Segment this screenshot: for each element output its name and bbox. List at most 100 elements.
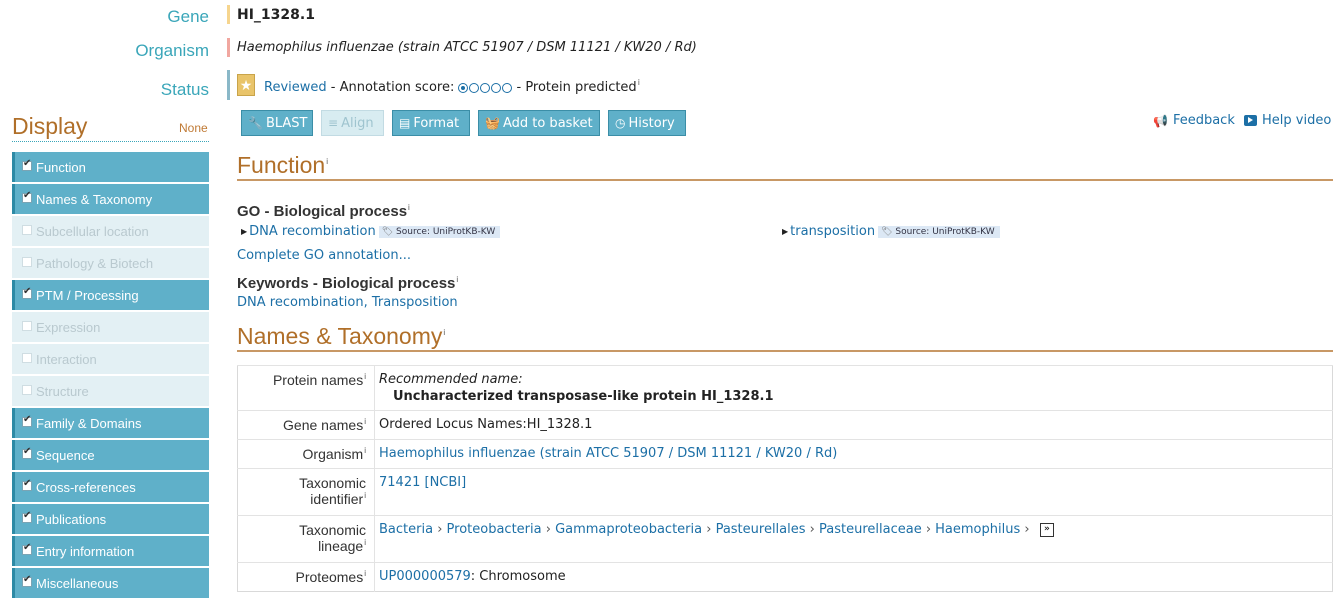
display-item[interactable]: Structure: [12, 376, 209, 406]
go-bp-title: GO - Biological processi: [237, 203, 410, 220]
table-row-value: Bacteria › Proteobacteria › Gammaproteob…: [374, 515, 1333, 563]
protein-names-label: Protein names: [272, 372, 364, 388]
file-icon: ▤: [399, 116, 411, 130]
organism-link[interactable]: Haemophilus influenzae (strain ATCC 5190…: [379, 446, 837, 461]
proteome-desc: : Chromosome: [470, 569, 566, 584]
lineage-link[interactable]: Haemophilus: [935, 522, 1020, 537]
display-item[interactable]: Publications: [12, 504, 209, 534]
display-item[interactable]: Subcellular location: [12, 216, 209, 246]
align-label: Align: [341, 115, 374, 131]
display-item[interactable]: Interaction: [12, 344, 209, 374]
info-icon[interactable]: i: [364, 417, 366, 426]
go-term-item: ▶ DNA recombination 🏷 Source: UniProtKB-…: [241, 224, 501, 239]
info-icon[interactable]: i: [638, 78, 640, 87]
lineage-link[interactable]: Bacteria: [379, 522, 433, 537]
display-item-label: Function: [36, 159, 86, 175]
checkbox-checked[interactable]: [22, 542, 32, 555]
display-item[interactable]: Sequence: [12, 440, 209, 470]
info-icon[interactable]: i: [408, 203, 410, 212]
table-row-label: Organismi: [237, 439, 375, 469]
info-icon[interactable]: i: [326, 157, 328, 166]
add-to-basket-button[interactable]: 🧺 Add to basket: [478, 110, 600, 136]
lineage-link[interactable]: Pasteurellales: [716, 522, 806, 537]
checkbox-checked[interactable]: [22, 190, 32, 203]
go-term-link[interactable]: DNA recombination: [249, 224, 376, 239]
ncbi-link[interactable]: [NCBI]: [425, 475, 467, 490]
reviewed-link[interactable]: Reviewed: [264, 80, 327, 96]
display-item[interactable]: Entry information: [12, 536, 209, 566]
triangle-right-icon: ▶: [782, 227, 789, 236]
info-icon[interactable]: i: [364, 538, 366, 547]
display-item[interactable]: Expression: [12, 312, 209, 342]
blast-button[interactable]: 🔧 BLAST: [241, 110, 313, 136]
score-dot-empty: [480, 83, 491, 93]
names-divider: [237, 350, 1333, 352]
lineage-label-line-1: Taxonomic: [299, 522, 366, 538]
display-none-link[interactable]: None: [179, 121, 208, 135]
checkbox-unchecked[interactable]: [22, 321, 32, 331]
checkbox-checked[interactable]: [22, 478, 32, 491]
kw-bp-title-text: Keywords - Biological process: [237, 275, 456, 292]
lineage-separator: ›: [1020, 522, 1034, 537]
info-icon[interactable]: i: [364, 372, 366, 381]
go-term-link[interactable]: transposition: [790, 224, 875, 239]
display-item-label: Interaction: [36, 351, 97, 367]
annotation-score-dots[interactable]: [458, 83, 513, 96]
checkbox-checked[interactable]: [22, 286, 32, 299]
score-dot-empty: [502, 83, 513, 93]
display-item[interactable]: Miscellaneous: [12, 568, 209, 598]
keyword-separator: ,: [363, 295, 372, 310]
info-icon[interactable]: i: [456, 275, 458, 284]
checkbox-unchecked[interactable]: [22, 225, 32, 235]
info-icon[interactable]: i: [364, 491, 366, 500]
align-button[interactable]: ≡ Align: [321, 110, 384, 136]
checkbox-checked[interactable]: [22, 574, 32, 587]
recommended-name-value: Uncharacterized transposase-like protein…: [393, 389, 774, 404]
checkbox-checked[interactable]: [22, 446, 32, 459]
checkbox-unchecked[interactable]: [22, 385, 32, 395]
display-item[interactable]: Function: [12, 152, 209, 182]
score-dot-empty: [491, 83, 502, 93]
table-row: Taxonomic identifieri 71421 [NCBI]: [237, 468, 1333, 516]
score-dot-empty: [469, 83, 480, 93]
display-item[interactable]: Cross-references: [12, 472, 209, 502]
checkbox-checked[interactable]: [22, 414, 32, 427]
display-item[interactable]: PTM / Processing: [12, 280, 209, 310]
lineage-link[interactable]: Proteobacteria: [447, 522, 542, 537]
names-section-title: Names & Taxonomyi: [237, 323, 445, 350]
history-button[interactable]: ◷ History: [608, 110, 686, 136]
help-video-link[interactable]: Help video: [1244, 113, 1331, 128]
checkbox-checked[interactable]: [22, 510, 32, 523]
lineage-link[interactable]: Gammaproteobacteria: [555, 522, 702, 537]
display-item-label: Sequence: [36, 447, 95, 463]
display-item[interactable]: Names & Taxonomy: [12, 184, 209, 214]
display-divider: [12, 141, 209, 142]
complete-go-annotation-link[interactable]: Complete GO annotation...: [237, 248, 411, 263]
table-row-label: Protein namesi: [237, 365, 375, 411]
taxid-link[interactable]: 71421: [379, 475, 420, 490]
lineage-link[interactable]: Pasteurellaceae: [819, 522, 922, 537]
display-item[interactable]: Pathology & Biotech: [12, 248, 209, 278]
checkbox-checked[interactable]: [22, 158, 32, 171]
keyword-link[interactable]: Transposition: [372, 295, 458, 310]
function-divider: [237, 179, 1333, 181]
gene-names-label: Gene names: [283, 417, 364, 433]
display-item-label: Family & Domains: [36, 415, 142, 431]
info-icon[interactable]: i: [364, 446, 366, 455]
clock-icon: ◷: [615, 116, 626, 130]
keyword-link[interactable]: DNA recombination: [237, 295, 364, 310]
go-source-badge: 🏷 Source: UniProtKB-KW: [878, 225, 1000, 238]
info-icon[interactable]: i: [364, 569, 366, 578]
expand-lineage-icon[interactable]: »: [1039, 522, 1054, 537]
feedback-link[interactable]: 📢 Feedback: [1153, 113, 1235, 128]
info-icon[interactable]: i: [443, 328, 445, 337]
proteome-link[interactable]: UP000000579: [379, 569, 471, 584]
lineage-separator: ›: [921, 522, 936, 537]
format-button[interactable]: ▤ Format: [392, 110, 470, 136]
checkbox-unchecked[interactable]: [22, 257, 32, 267]
video-icon: [1244, 115, 1257, 126]
checkbox-unchecked[interactable]: [22, 353, 32, 363]
display-item[interactable]: Family & Domains: [12, 408, 209, 438]
add-to-basket-label: Add to basket: [502, 115, 593, 131]
lineage-separator: ›: [702, 522, 716, 537]
